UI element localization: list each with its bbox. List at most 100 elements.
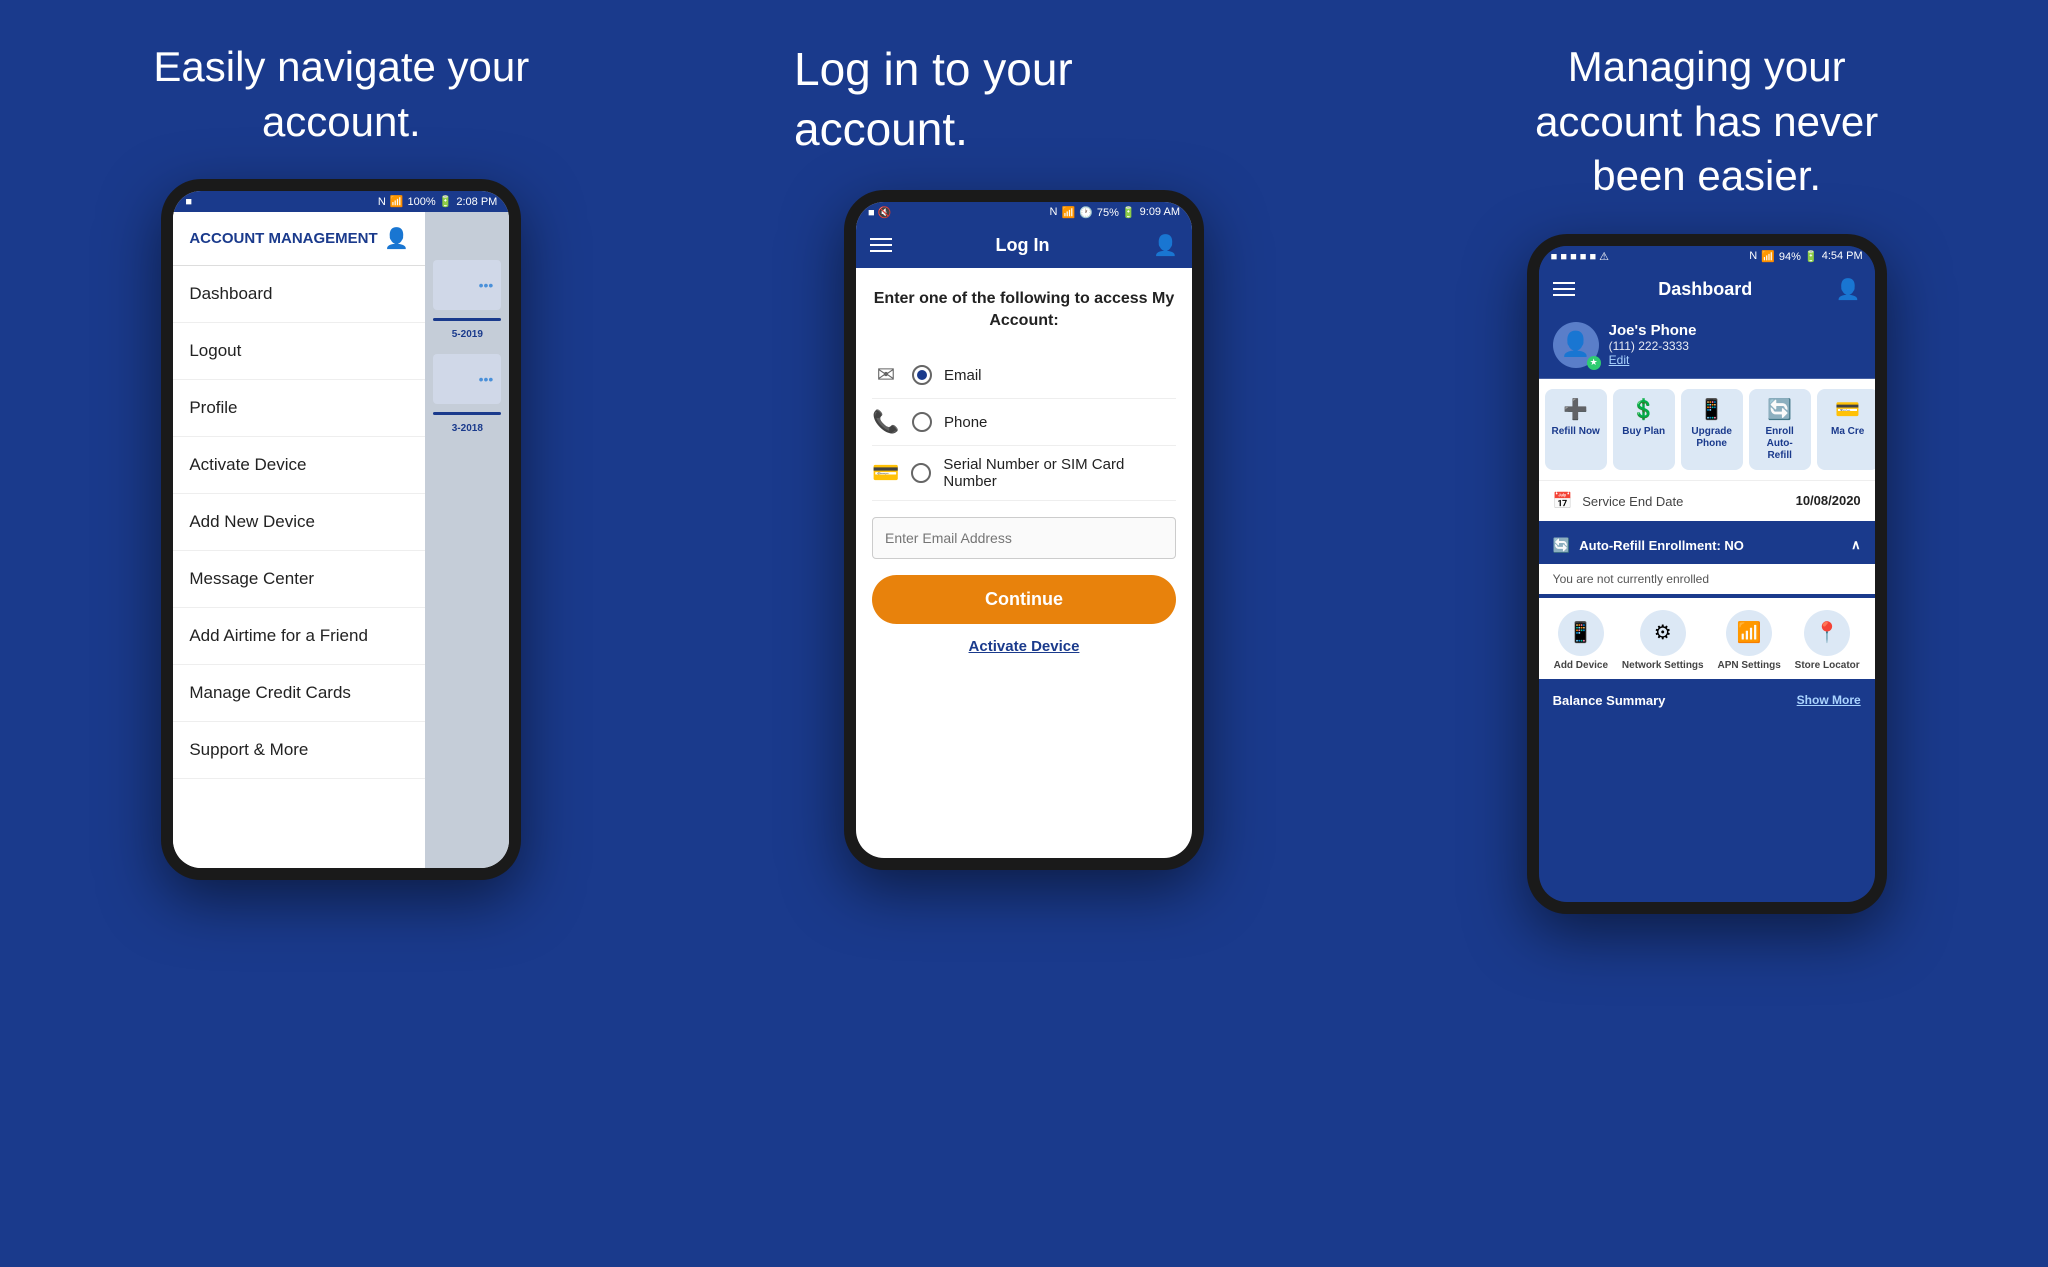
- phone-frame-1: ■ N 📶 100% 🔋 2:08 PM ACCOUNT MANAGEMENT …: [161, 179, 521, 880]
- continue-button[interactable]: Continue: [872, 575, 1176, 624]
- status-left-3: ■ ■ ■ ■ ■ ⚠: [1551, 250, 1609, 263]
- status-batt2: 75% 🔋: [1097, 206, 1136, 219]
- phone-icon: 📞: [872, 409, 900, 435]
- service-date-left: 📅 Service End Date: [1553, 491, 1684, 511]
- bottom-action-apn[interactable]: 📶 APN Settings: [1717, 610, 1780, 671]
- serial-label: Serial Number or SIM Card Number: [943, 456, 1176, 490]
- panel1-tagline: Easily navigate your account.: [151, 40, 531, 149]
- action-buy-plan[interactable]: 💲 Buy Plan: [1613, 389, 1675, 470]
- divider-2: [433, 412, 501, 415]
- status-icon-2: ■ 🔇: [868, 206, 891, 219]
- service-end-label: Service End Date: [1582, 494, 1683, 509]
- service-end-date: 10/08/2020: [1796, 493, 1861, 508]
- upgrade-label: Upgrade Phone: [1687, 426, 1737, 450]
- auto-refill-label: Auto-Refill Enrollment: NO: [1579, 538, 1744, 553]
- action-refill[interactable]: ➕ Refill Now: [1545, 389, 1607, 470]
- nav-item-profile[interactable]: Profile: [173, 380, 425, 437]
- status-left-1: ■: [185, 196, 192, 208]
- status-time-3: 4:54 PM: [1822, 250, 1863, 262]
- status-right-2: N 📶 🕐 75% 🔋 9:09 AM: [1050, 206, 1181, 219]
- phone-screen-1: ■ N 📶 100% 🔋 2:08 PM ACCOUNT MANAGEMENT …: [173, 191, 509, 868]
- phone-label: Phone: [944, 414, 987, 431]
- hamburger-menu-2[interactable]: [870, 238, 892, 252]
- status-time-1: 2:08 PM: [456, 196, 497, 208]
- status-batt3: 94% 🔋: [1779, 250, 1818, 263]
- login-prompt: Enter one of the following to access My …: [872, 288, 1176, 333]
- bottom-action-add-device[interactable]: 📱 Add Device: [1554, 610, 1608, 671]
- nav-item-support[interactable]: Support & More: [173, 722, 425, 779]
- nav-item-add-device[interactable]: Add New Device: [173, 494, 425, 551]
- status-battery: 100% 🔋: [407, 195, 452, 208]
- hamburger-line-b: [1553, 288, 1575, 290]
- phone-frame-3: ■ ■ ■ ■ ■ ⚠ N 📶 94% 🔋 4:54 PM Dashboard …: [1527, 234, 1887, 914]
- auto-refill-status: You are not currently enrolled: [1553, 572, 1709, 586]
- action-enroll[interactable]: 🔄 Enroll Auto-Refill: [1749, 389, 1811, 470]
- status-nfc: N: [378, 196, 386, 208]
- store-label: Store Locator: [1795, 660, 1860, 671]
- email-input[interactable]: [872, 517, 1176, 559]
- nav-item-airtime[interactable]: Add Airtime for a Friend: [173, 608, 425, 665]
- person-icon-1: 👤: [384, 226, 409, 251]
- nav-header-title: ACCOUNT MANAGEMENT: [189, 230, 377, 247]
- show-more-link[interactable]: Show More: [1797, 693, 1861, 707]
- action-upgrade[interactable]: 📱 Upgrade Phone: [1681, 389, 1743, 470]
- login-content: Enter one of the following to access My …: [856, 268, 1192, 676]
- panel3-tagline: Managing your account has never been eas…: [1517, 40, 1897, 204]
- status-bar-2: ■ 🔇 N 📶 🕐 75% 🔋 9:09 AM: [856, 202, 1192, 223]
- chevron-up-icon: [1851, 537, 1861, 553]
- enroll-label: Enroll Auto-Refill: [1755, 426, 1805, 462]
- bottom-action-network[interactable]: ⚙ Network Settings: [1622, 610, 1704, 671]
- user-card: 👤 ★ Joe's Phone (111) 222-3333 Edit: [1539, 312, 1875, 379]
- nav-menu: ACCOUNT MANAGEMENT 👤 Dashboard Logout Pr…: [173, 212, 425, 868]
- app-bar-3: Dashboard 👤: [1539, 267, 1875, 312]
- divider-1: [433, 318, 501, 321]
- nav-item-activate[interactable]: Activate Device: [173, 437, 425, 494]
- add-device-label: Add Device: [1554, 660, 1608, 671]
- bottom-actions: 📱 Add Device ⚙ Network Settings 📶 APN Se…: [1539, 598, 1875, 679]
- radio-phone[interactable]: [912, 412, 932, 432]
- hamburger-menu-3[interactable]: [1553, 282, 1575, 296]
- user-name: Joe's Phone: [1609, 322, 1697, 339]
- status-wifi3: 📶: [1761, 250, 1775, 263]
- service-date-bar: 📅 Service End Date 10/08/2020: [1539, 480, 1875, 521]
- screen1-wrapper: ACCOUNT MANAGEMENT 👤 Dashboard Logout Pr…: [173, 212, 509, 868]
- action-ma-cre[interactable]: 💳 Ma Cre: [1817, 389, 1875, 470]
- status-clock: 🕐: [1079, 206, 1093, 219]
- status-left-2: ■ 🔇: [868, 206, 891, 219]
- status-bar-3: ■ ■ ■ ■ ■ ⚠ N 📶 94% 🔋 4:54 PM: [1539, 246, 1875, 267]
- avatar-icon: 👤: [1561, 330, 1591, 359]
- nav-item-dashboard[interactable]: Dashboard: [173, 266, 425, 323]
- add-device-icon: 📱: [1558, 610, 1604, 656]
- auto-refill-header[interactable]: 🔄 Auto-Refill Enrollment: NO: [1539, 527, 1875, 564]
- login-option-serial[interactable]: 💳 Serial Number or SIM Card Number: [872, 446, 1176, 501]
- nav-item-credit[interactable]: Manage Credit Cards: [173, 665, 425, 722]
- activate-device-link[interactable]: Activate Device: [872, 638, 1176, 655]
- nav-item-logout[interactable]: Logout: [173, 323, 425, 380]
- content-blur: ••• 5-2019 ••• 3-2018: [425, 212, 509, 868]
- status-n3: N: [1749, 250, 1757, 262]
- avatar: 👤 ★: [1553, 322, 1599, 368]
- hamburger-line: [870, 244, 892, 246]
- login-option-email[interactable]: ✉ Email: [872, 352, 1176, 399]
- bottom-action-store[interactable]: 📍 Store Locator: [1795, 610, 1860, 671]
- upgrade-icon: 📱: [1699, 397, 1724, 422]
- status-right-1: N 📶 100% 🔋 2:08 PM: [378, 195, 498, 208]
- radio-email[interactable]: [912, 365, 932, 385]
- serial-icon: 💳: [872, 460, 899, 486]
- phone-screen-2: ■ 🔇 N 📶 🕐 75% 🔋 9:09 AM Log In: [856, 202, 1192, 858]
- network-label: Network Settings: [1622, 660, 1704, 671]
- enroll-icon: 🔄: [1767, 397, 1792, 422]
- email-label: Email: [944, 367, 982, 384]
- buy-plan-label: Buy Plan: [1622, 426, 1665, 438]
- radio-serial[interactable]: [911, 463, 931, 483]
- user-edit-link[interactable]: Edit: [1609, 353, 1697, 367]
- status-icon-1: ■: [185, 196, 192, 208]
- hamburger-line: [870, 238, 892, 240]
- auto-refill-left: 🔄 Auto-Refill Enrollment: NO: [1553, 537, 1744, 554]
- balance-bar: Balance Summary Show More: [1539, 683, 1875, 718]
- app-bar-2: Log In 👤: [856, 223, 1192, 268]
- nav-item-message[interactable]: Message Center: [173, 551, 425, 608]
- hamburger-line-c: [1553, 294, 1575, 296]
- login-option-phone[interactable]: 📞 Phone: [872, 399, 1176, 446]
- app-bar-title-2: Log In: [996, 235, 1050, 256]
